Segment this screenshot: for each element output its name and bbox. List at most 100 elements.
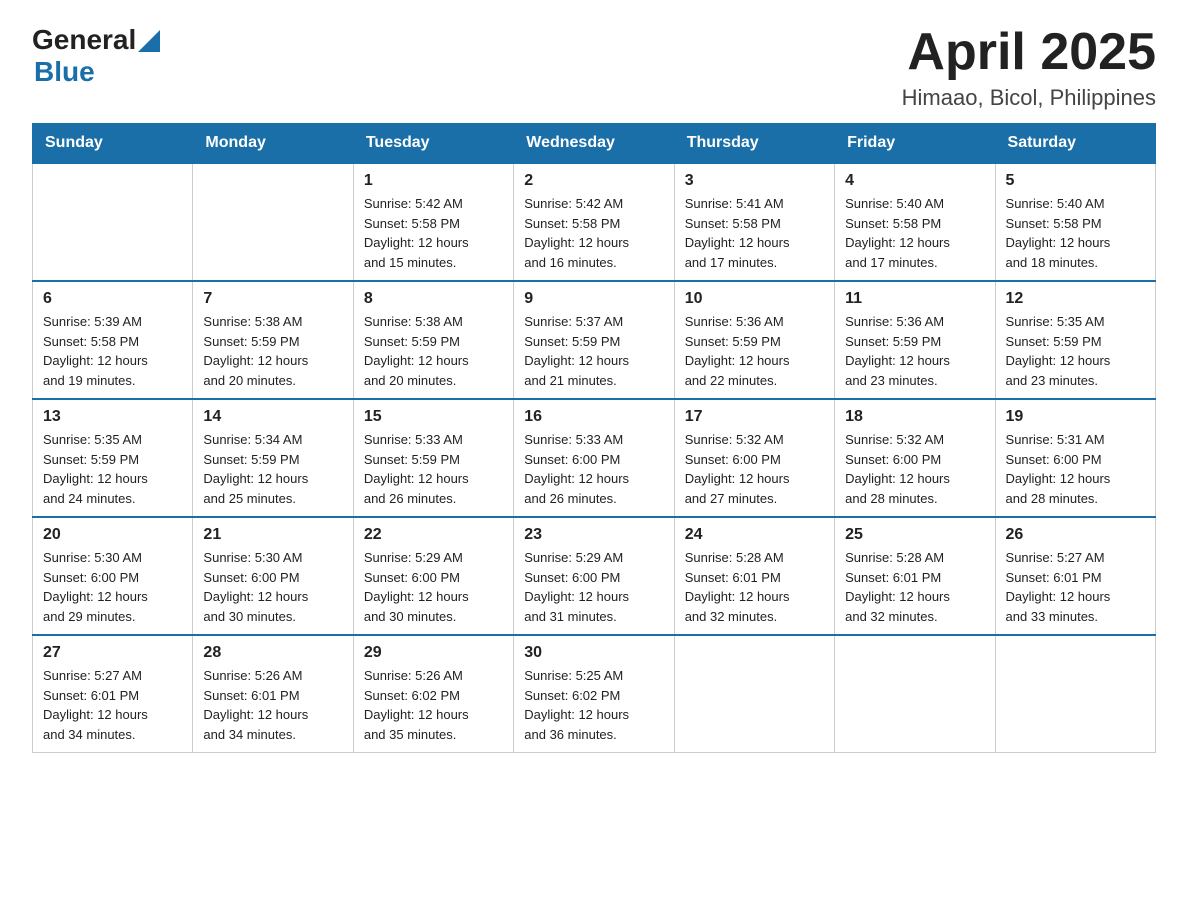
calendar-cell: 28Sunrise: 5:26 AM Sunset: 6:01 PM Dayli… <box>193 635 353 753</box>
logo-triangle-icon <box>138 30 160 52</box>
calendar-cell: 22 Sunrise: 5:29 AM Sunset: 6:00 PM Dayli… <box>353 517 513 635</box>
day-info: Sunrise: 5:25 AM Sunset: 6:02 PM Dayligh… <box>524 666 663 744</box>
day-number: 2 <box>524 172 663 190</box>
column-header-saturday: Saturday <box>995 124 1155 164</box>
day-info: Sunrise: 5:35 AM Sunset: 5:59 PM Dayligh… <box>43 430 182 508</box>
calendar-table: SundayMondayTuesdayWednesdayThursdayFrid… <box>32 123 1156 753</box>
calendar-cell: 20 Sunrise: 5:30 AM Sunset: 6:00 PM Dayli… <box>33 517 193 635</box>
logo-blue-text: Blue <box>34 56 95 87</box>
day-info: Sunrise: 5:37 AM Sunset: 5:59 PM Dayligh… <box>524 312 663 390</box>
calendar-week-row: 1Sunrise: 5:42 AM Sunset: 5:58 PM Daylig… <box>33 163 1156 281</box>
day-number: 15 <box>364 408 503 426</box>
calendar-cell: 23Sunrise: 5:29 AM Sunset: 6:00 PM Dayli… <box>514 517 674 635</box>
day-number: 8 <box>364 290 503 308</box>
day-number: 11 <box>845 290 984 308</box>
day-info: Sunrise: 5:28 AM Sunset: 6:01 PM Dayligh… <box>685 548 824 626</box>
calendar-cell: 14Sunrise: 5:34 AM Sunset: 5:59 PM Dayli… <box>193 399 353 517</box>
day-number: 19 <box>1006 408 1145 426</box>
day-info: Sunrise: 5:32 AM Sunset: 6:00 PM Dayligh… <box>685 430 824 508</box>
day-info: Sunrise: 5:30 AM Sunset: 6:00 PM Dayligh… <box>43 548 182 626</box>
calendar-cell: 4 Sunrise: 5:40 AM Sunset: 5:58 PM Daylig… <box>835 163 995 281</box>
day-number: 4 <box>845 172 984 190</box>
day-info: Sunrise: 5:29 AM Sunset: 6:00 PM Dayligh… <box>364 548 503 626</box>
calendar-header-row: SundayMondayTuesdayWednesdayThursdayFrid… <box>33 124 1156 164</box>
calendar-cell: 12 Sunrise: 5:35 AM Sunset: 5:59 PM Dayli… <box>995 281 1155 399</box>
day-number: 24 <box>685 526 824 544</box>
calendar-week-row: 20 Sunrise: 5:30 AM Sunset: 6:00 PM Dayli… <box>33 517 1156 635</box>
calendar-cell: 9 Sunrise: 5:37 AM Sunset: 5:59 PM Daylig… <box>514 281 674 399</box>
calendar-cell: 16 Sunrise: 5:33 AM Sunset: 6:00 PM Dayli… <box>514 399 674 517</box>
day-info: Sunrise: 5:35 AM Sunset: 5:59 PM Dayligh… <box>1006 312 1145 390</box>
calendar-cell: 17 Sunrise: 5:32 AM Sunset: 6:00 PM Dayli… <box>674 399 834 517</box>
day-info: Sunrise: 5:28 AM Sunset: 6:01 PM Dayligh… <box>845 548 984 626</box>
day-info: Sunrise: 5:38 AM Sunset: 5:59 PM Dayligh… <box>203 312 342 390</box>
day-info: Sunrise: 5:26 AM Sunset: 6:01 PM Dayligh… <box>203 666 342 744</box>
column-header-tuesday: Tuesday <box>353 124 513 164</box>
day-number: 17 <box>685 408 824 426</box>
calendar-cell: 26Sunrise: 5:27 AM Sunset: 6:01 PM Dayli… <box>995 517 1155 635</box>
day-number: 29 <box>364 644 503 662</box>
calendar-cell <box>33 163 193 281</box>
calendar-cell: 30 Sunrise: 5:25 AM Sunset: 6:02 PM Dayli… <box>514 635 674 753</box>
day-number: 9 <box>524 290 663 308</box>
calendar-cell: 25 Sunrise: 5:28 AM Sunset: 6:01 PM Dayli… <box>835 517 995 635</box>
day-info: Sunrise: 5:42 AM Sunset: 5:58 PM Dayligh… <box>364 194 503 272</box>
column-header-thursday: Thursday <box>674 124 834 164</box>
calendar-cell: 29 Sunrise: 5:26 AM Sunset: 6:02 PM Dayli… <box>353 635 513 753</box>
page-header: General Blue April 2025 Himaao, Bicol, P… <box>32 24 1156 111</box>
calendar-week-row: 13 Sunrise: 5:35 AM Sunset: 5:59 PM Dayli… <box>33 399 1156 517</box>
calendar-cell: 6 Sunrise: 5:39 AM Sunset: 5:58 PM Daylig… <box>33 281 193 399</box>
calendar-cell: 19Sunrise: 5:31 AM Sunset: 6:00 PM Dayli… <box>995 399 1155 517</box>
calendar-week-row: 6 Sunrise: 5:39 AM Sunset: 5:58 PM Daylig… <box>33 281 1156 399</box>
day-info: Sunrise: 5:39 AM Sunset: 5:58 PM Dayligh… <box>43 312 182 390</box>
day-number: 7 <box>203 290 342 308</box>
calendar-cell: 3Sunrise: 5:41 AM Sunset: 5:58 PM Daylig… <box>674 163 834 281</box>
day-info: Sunrise: 5:27 AM Sunset: 6:01 PM Dayligh… <box>43 666 182 744</box>
column-header-monday: Monday <box>193 124 353 164</box>
day-number: 16 <box>524 408 663 426</box>
calendar-cell: 15 Sunrise: 5:33 AM Sunset: 5:59 PM Dayli… <box>353 399 513 517</box>
day-info: Sunrise: 5:40 AM Sunset: 5:58 PM Dayligh… <box>1006 194 1145 272</box>
day-number: 20 <box>43 526 182 544</box>
calendar-cell: 2 Sunrise: 5:42 AM Sunset: 5:58 PM Daylig… <box>514 163 674 281</box>
calendar-cell: 5 Sunrise: 5:40 AM Sunset: 5:58 PM Daylig… <box>995 163 1155 281</box>
calendar-cell <box>193 163 353 281</box>
calendar-cell: 13 Sunrise: 5:35 AM Sunset: 5:59 PM Dayli… <box>33 399 193 517</box>
calendar-cell: 18 Sunrise: 5:32 AM Sunset: 6:00 PM Dayli… <box>835 399 995 517</box>
day-number: 3 <box>685 172 824 190</box>
title-block: April 2025 Himaao, Bicol, Philippines <box>902 24 1156 111</box>
month-title: April 2025 <box>902 24 1156 81</box>
day-number: 21 <box>203 526 342 544</box>
day-info: Sunrise: 5:40 AM Sunset: 5:58 PM Dayligh… <box>845 194 984 272</box>
day-number: 6 <box>43 290 182 308</box>
day-number: 5 <box>1006 172 1145 190</box>
calendar-cell: 7 Sunrise: 5:38 AM Sunset: 5:59 PM Daylig… <box>193 281 353 399</box>
day-number: 23 <box>524 526 663 544</box>
day-number: 13 <box>43 408 182 426</box>
day-number: 30 <box>524 644 663 662</box>
day-info: Sunrise: 5:32 AM Sunset: 6:00 PM Dayligh… <box>845 430 984 508</box>
day-info: Sunrise: 5:33 AM Sunset: 5:59 PM Dayligh… <box>364 430 503 508</box>
logo-general-text: General <box>32 24 136 56</box>
calendar-cell: 11Sunrise: 5:36 AM Sunset: 5:59 PM Dayli… <box>835 281 995 399</box>
day-info: Sunrise: 5:42 AM Sunset: 5:58 PM Dayligh… <box>524 194 663 272</box>
column-header-friday: Friday <box>835 124 995 164</box>
logo: General Blue <box>32 24 160 88</box>
day-number: 22 <box>364 526 503 544</box>
calendar-cell <box>835 635 995 753</box>
day-number: 18 <box>845 408 984 426</box>
day-number: 25 <box>845 526 984 544</box>
day-number: 10 <box>685 290 824 308</box>
day-number: 27 <box>43 644 182 662</box>
day-info: Sunrise: 5:33 AM Sunset: 6:00 PM Dayligh… <box>524 430 663 508</box>
day-info: Sunrise: 5:26 AM Sunset: 6:02 PM Dayligh… <box>364 666 503 744</box>
day-info: Sunrise: 5:34 AM Sunset: 5:59 PM Dayligh… <box>203 430 342 508</box>
calendar-cell: 8 Sunrise: 5:38 AM Sunset: 5:59 PM Daylig… <box>353 281 513 399</box>
calendar-cell: 27 Sunrise: 5:27 AM Sunset: 6:01 PM Dayli… <box>33 635 193 753</box>
day-info: Sunrise: 5:36 AM Sunset: 5:59 PM Dayligh… <box>685 312 824 390</box>
day-number: 12 <box>1006 290 1145 308</box>
calendar-cell: 24 Sunrise: 5:28 AM Sunset: 6:01 PM Dayli… <box>674 517 834 635</box>
day-info: Sunrise: 5:30 AM Sunset: 6:00 PM Dayligh… <box>203 548 342 626</box>
day-info: Sunrise: 5:38 AM Sunset: 5:59 PM Dayligh… <box>364 312 503 390</box>
calendar-cell: 1Sunrise: 5:42 AM Sunset: 5:58 PM Daylig… <box>353 163 513 281</box>
